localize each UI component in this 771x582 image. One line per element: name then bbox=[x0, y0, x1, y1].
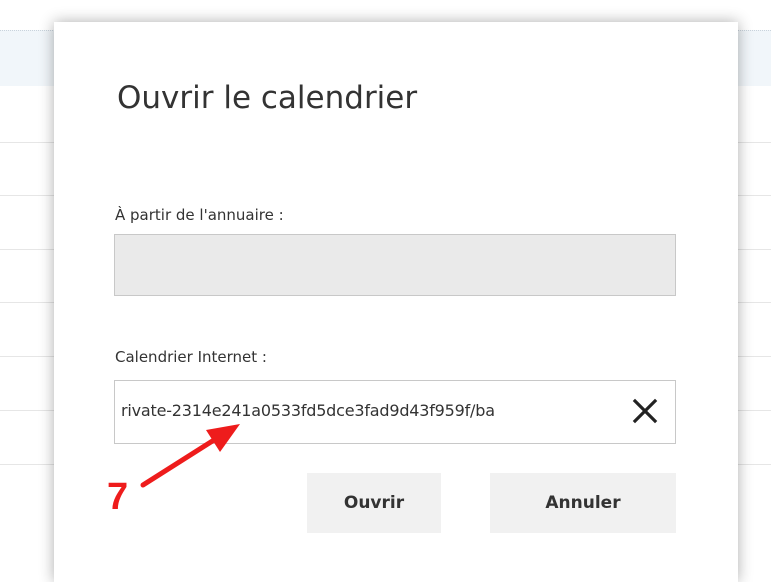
directory-input[interactable] bbox=[114, 234, 676, 296]
open-button[interactable]: Ouvrir bbox=[307, 473, 441, 533]
dialog-title: Ouvrir le calendrier bbox=[117, 80, 418, 116]
directory-label: À partir de l'annuaire : bbox=[115, 206, 284, 224]
internet-calendar-label: Calendrier Internet : bbox=[115, 348, 267, 366]
cancel-button[interactable]: Annuler bbox=[490, 473, 676, 533]
close-icon bbox=[632, 398, 658, 424]
internet-calendar-input[interactable]: rivate-2314e241a0533fd5dce3fad9d43f959f/… bbox=[114, 380, 676, 444]
internet-calendar-url: rivate-2314e241a0533fd5dce3fad9d43f959f/… bbox=[121, 401, 495, 420]
annotation-number: 7 bbox=[107, 476, 129, 518]
open-calendar-dialog: Ouvrir le calendrier À partir de l'annua… bbox=[54, 22, 738, 582]
clear-button[interactable] bbox=[631, 397, 659, 425]
